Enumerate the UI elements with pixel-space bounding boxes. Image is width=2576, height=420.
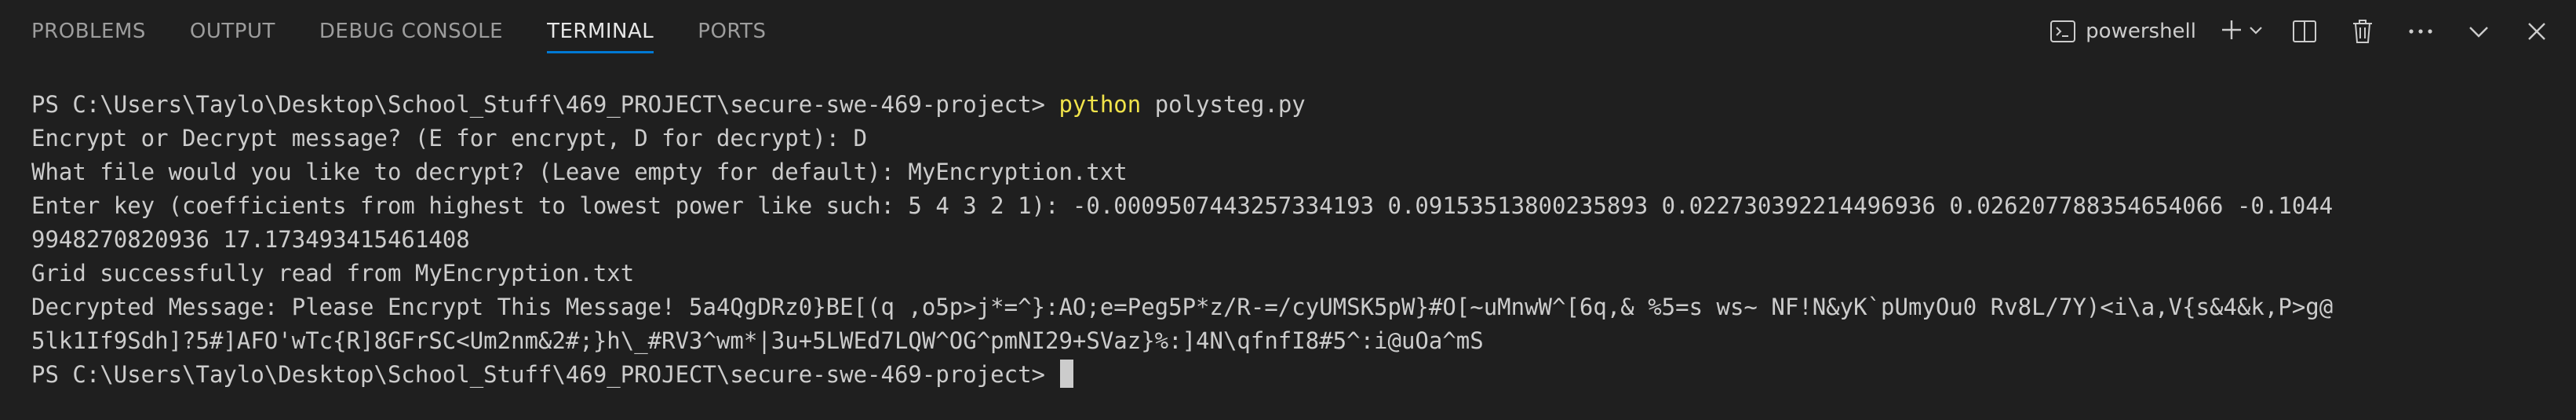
terminal-cursor — [1060, 360, 1074, 388]
terminal-line-prompt: PS C:\Users\Taylo\Desktop\School_Stuff\4… — [31, 358, 2550, 392]
terminal-icon — [2050, 20, 2076, 43]
kill-terminal-button[interactable] — [2345, 14, 2380, 49]
terminal-prompt: PS C:\Users\Taylo\Desktop\School_Stuff\4… — [31, 91, 1059, 118]
terminal-line-command: PS C:\Users\Taylo\Desktop\School_Stuff\4… — [31, 88, 2550, 122]
chevron-down-icon[interactable] — [2248, 22, 2264, 41]
tab-problems[interactable]: PROBLEMS — [31, 0, 146, 63]
terminal-line: 5lk1If9Sdh]?5#]AFO'wTc{R]8GFrSC<Um2nm&2#… — [31, 327, 1484, 354]
panel-tab-bar: PROBLEMS OUTPUT DEBUG CONSOLE TERMINAL P… — [0, 0, 2576, 63]
terminal-line: Decrypted Message: Please Encrypt This M… — [31, 294, 2334, 320]
terminal-line: What file would you like to decrypt? (Le… — [31, 159, 1128, 185]
trash-icon — [2351, 19, 2374, 44]
split-icon — [2292, 20, 2317, 43]
shell-selector-button[interactable]: powershell — [2050, 20, 2196, 43]
tab-ports[interactable]: PORTS — [698, 0, 766, 63]
terminal-line: 9948270820936 17.173493415461408 — [31, 226, 470, 253]
terminal-line: Enter key (coefficients from highest to … — [31, 192, 2334, 219]
collapse-panel-button[interactable] — [2461, 14, 2496, 49]
collapse-icon — [2468, 24, 2490, 38]
tab-debug-console[interactable]: DEBUG CONSOLE — [319, 0, 503, 63]
tab-terminal[interactable]: TERMINAL — [547, 0, 654, 63]
panel-actions: powershell — [2050, 0, 2554, 63]
panel-tabs: PROBLEMS OUTPUT DEBUG CONSOLE TERMINAL P… — [31, 0, 766, 63]
terminal-prompt: PS C:\Users\Taylo\Desktop\School_Stuff\4… — [31, 361, 1059, 388]
split-terminal-button[interactable] — [2287, 14, 2322, 49]
more-icon — [2408, 28, 2433, 35]
terminal-line: Grid successfully read from MyEncryption… — [31, 260, 635, 287]
close-icon — [2527, 21, 2547, 42]
terminal-line: Encrypt or Decrypt message? (E for encry… — [31, 125, 868, 152]
new-terminal-button[interactable] — [2220, 18, 2264, 45]
terminal-command-python: python — [1058, 91, 1142, 118]
shell-label: powershell — [2086, 20, 2196, 43]
terminal-output[interactable]: PS C:\Users\Taylo\Desktop\School_Stuff\4… — [31, 88, 2550, 392]
terminal-command-args: polysteg.py — [1141, 91, 1306, 118]
terminal-panel: PROBLEMS OUTPUT DEBUG CONSOLE TERMINAL P… — [0, 0, 2576, 420]
close-panel-button[interactable] — [2520, 14, 2554, 49]
plus-icon — [2220, 18, 2243, 45]
more-actions-button[interactable] — [2403, 14, 2438, 49]
tab-output[interactable]: OUTPUT — [190, 0, 275, 63]
